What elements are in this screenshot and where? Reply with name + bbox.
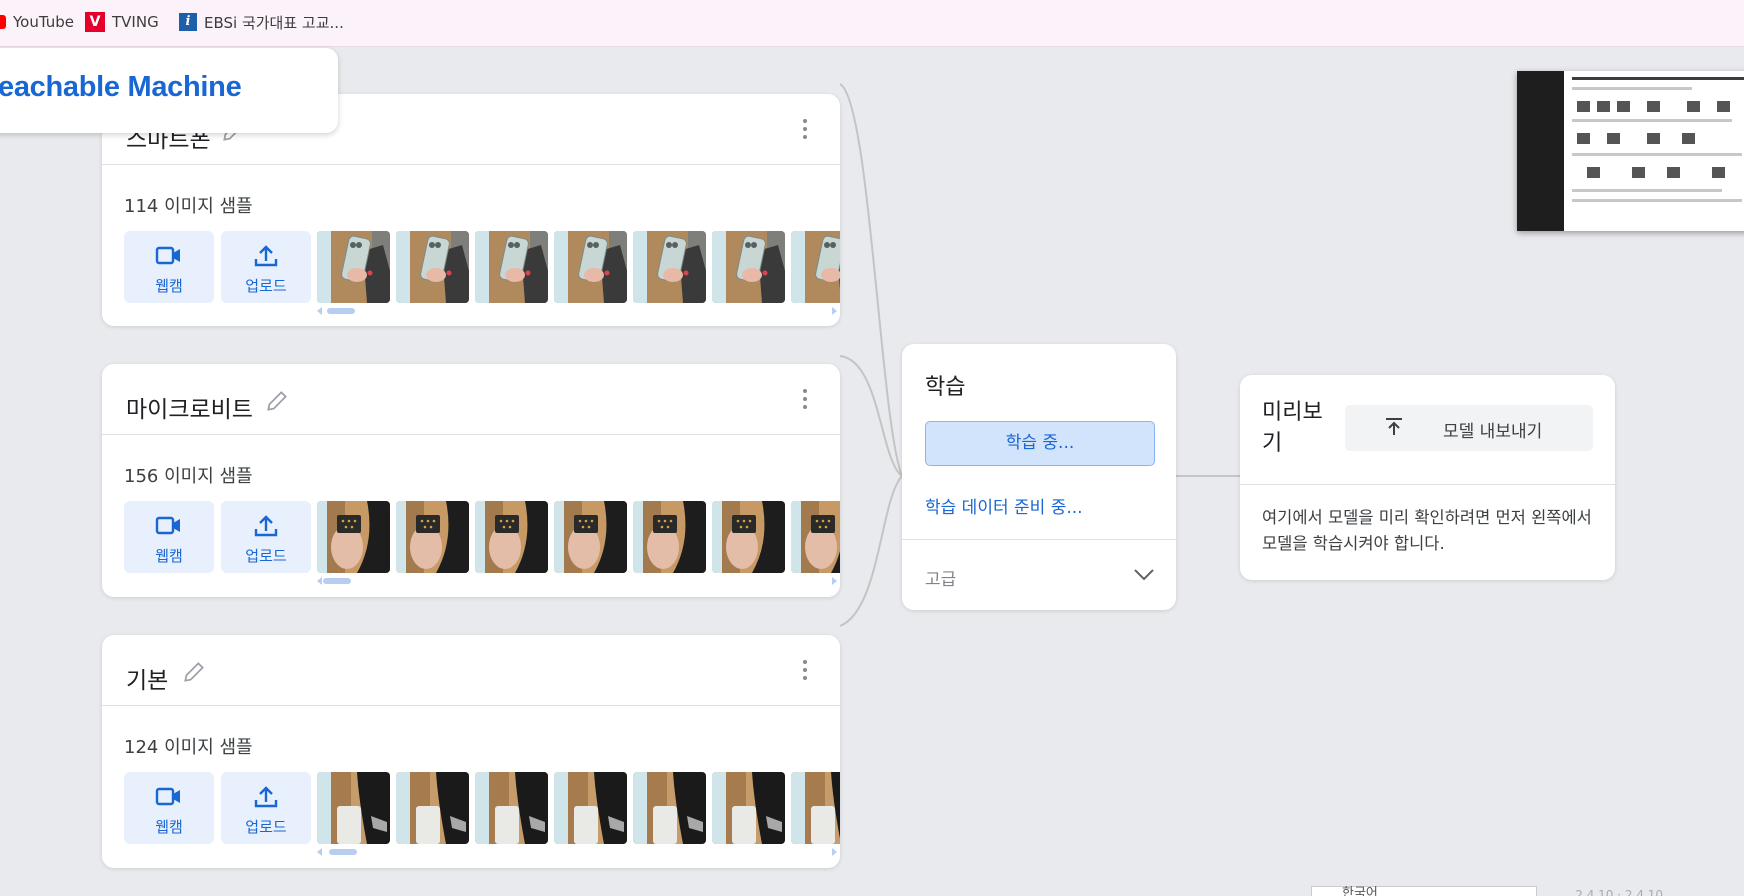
upload-label: 업로드 <box>245 547 287 565</box>
webcam-icon <box>155 787 180 806</box>
webcam-label: 웹캠 <box>155 818 183 836</box>
webcam-button[interactable]: 웹캠 <box>124 231 214 303</box>
upload-label: 업로드 <box>245 277 287 295</box>
advanced-toggle[interactable]: 고급 <box>925 565 956 590</box>
sample-thumbnail[interactable] <box>317 501 390 573</box>
sample-thumbnail[interactable] <box>396 231 469 303</box>
sample-thumbnail[interactable] <box>317 231 390 303</box>
preview-card: 미리보기 모델 내보내기 여기에서 모델을 미리 확인하려면 먼저 왼쪽에서 모… <box>1240 375 1615 580</box>
upload-button[interactable]: 업로드 <box>221 501 311 573</box>
sample-thumbnail[interactable] <box>791 231 840 303</box>
sample-thumbnails <box>317 231 840 303</box>
screen-share-preview[interactable] <box>1517 71 1744 231</box>
export-model-button[interactable]: 모델 내보내기 <box>1345 405 1593 451</box>
class-card-header: 마이크로비트 <box>102 364 840 435</box>
export-icon <box>1386 418 1402 435</box>
sample-thumbnail[interactable] <box>317 772 390 844</box>
more-options-icon[interactable] <box>802 660 808 682</box>
preview-title: 미리보기 <box>1262 400 1323 456</box>
upload-button[interactable]: 업로드 <box>221 772 311 844</box>
export-label: 모델 내보내기 <box>1443 422 1543 442</box>
sample-thumbnail[interactable] <box>633 772 706 844</box>
class-card-microbit: 마이크로비트 156 이미지 샘플 웹캠 업로드 <box>102 364 840 597</box>
upload-button[interactable]: 업로드 <box>221 231 311 303</box>
sample-thumbnail[interactable] <box>712 501 785 573</box>
sample-thumbnail[interactable] <box>554 501 627 573</box>
divider <box>902 539 1176 540</box>
class-card-body: 114 이미지 샘플 웹캠 업로드 <box>102 165 840 326</box>
class-name[interactable]: 기본 <box>126 661 168 695</box>
pencil-icon[interactable] <box>181 659 207 685</box>
preview-description: 여기에서 모델을 미리 확인하려면 먼저 왼쪽에서 모델을 학습시켜야 합니다. <box>1262 508 1592 553</box>
webcam-button[interactable]: 웹캠 <box>124 772 214 844</box>
training-card: 학습 학습 중... 학습 데이터 준비 중... 고급 <box>902 344 1176 610</box>
chevron-down-icon[interactable] <box>1132 566 1156 582</box>
upload-icon <box>254 786 278 808</box>
sample-thumbnail[interactable] <box>554 231 627 303</box>
sample-thumbnail[interactable] <box>633 501 706 573</box>
sample-thumbnail[interactable] <box>396 501 469 573</box>
class-card-header: 기본 <box>102 635 840 706</box>
class-card-body: 124 이미지 샘플 웹캠 업로드 <box>102 706 840 868</box>
upload-icon <box>254 245 278 267</box>
training-title: 학습 <box>925 375 966 400</box>
upload-label: 업로드 <box>245 818 287 836</box>
webcam-label: 웹캠 <box>155 547 183 565</box>
more-options-icon[interactable] <box>802 119 808 141</box>
sample-thumbnails <box>317 772 840 844</box>
divider <box>1240 484 1615 485</box>
sample-count: 114 이미지 샘플 <box>124 196 253 217</box>
train-model-button[interactable]: 학습 중... <box>925 421 1155 466</box>
sample-thumbnail[interactable] <box>475 231 548 303</box>
sample-thumbnail[interactable] <box>475 501 548 573</box>
webcam-icon <box>155 516 180 535</box>
class-name[interactable]: 마이크로비트 <box>126 390 253 424</box>
sample-thumbnail[interactable] <box>791 772 840 844</box>
webcam-icon <box>155 246 180 265</box>
sample-count: 124 이미지 샘플 <box>124 737 253 758</box>
sample-thumbnail[interactable] <box>712 231 785 303</box>
class-card-body: 156 이미지 샘플 웹캠 업로드 <box>102 435 840 597</box>
sample-thumbnail[interactable] <box>633 231 706 303</box>
language-selector[interactable]: 한국어 <box>1311 886 1537 896</box>
webcam-label: 웹캠 <box>155 277 183 295</box>
class-card-default: 기본 124 이미지 샘플 웹캠 업로드 <box>102 635 840 868</box>
sample-thumbnail[interactable] <box>396 772 469 844</box>
training-status: 학습 데이터 준비 중... <box>925 498 1083 518</box>
sample-thumbnail[interactable] <box>712 772 785 844</box>
upload-icon <box>254 515 278 537</box>
sample-thumbnail[interactable] <box>475 772 548 844</box>
brand-card: eachable Machine <box>0 48 338 133</box>
webcam-button[interactable]: 웹캠 <box>124 501 214 573</box>
brand-title[interactable]: eachable Machine <box>0 71 242 104</box>
pencil-icon[interactable] <box>264 388 290 414</box>
sample-thumbnail[interactable] <box>554 772 627 844</box>
thumbnail-scrollbar[interactable] <box>317 307 837 315</box>
thumbnail-scrollbar[interactable] <box>317 848 837 856</box>
more-options-icon[interactable] <box>802 389 808 411</box>
sample-thumbnails <box>317 501 840 573</box>
sample-count: 156 이미지 샘플 <box>124 466 253 487</box>
thumbnail-scrollbar[interactable] <box>317 577 837 585</box>
version-text: ... 2.4.10 · 2.4.10 <box>1560 888 1664 896</box>
sample-thumbnail[interactable] <box>791 501 840 573</box>
